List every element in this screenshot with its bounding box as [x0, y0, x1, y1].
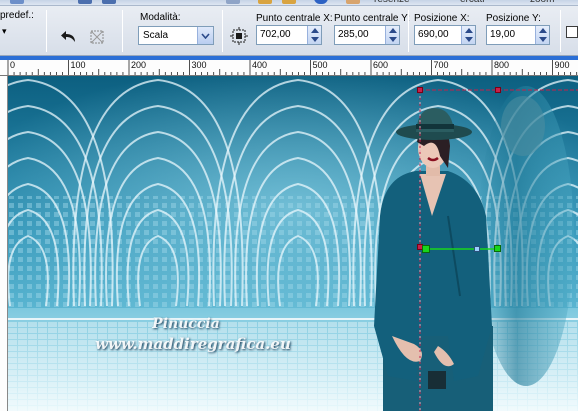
mode-select[interactable]: Scala [138, 26, 214, 45]
rotation-handle[interactable] [494, 245, 501, 252]
ruler-label: 700 [434, 60, 449, 70]
separator [122, 10, 123, 52]
ruler-label: 300 [192, 60, 207, 70]
watermark-author: Pinuccia [152, 316, 220, 332]
center-x-field[interactable]: 702,00 [256, 25, 322, 45]
ruler-label: 0 [10, 60, 15, 70]
ruler-label: 100 [71, 60, 86, 70]
preset-dropdown-arrow[interactable]: ▾ [2, 26, 7, 37]
toolbar-button-fragment[interactable] [102, 0, 116, 4]
position-x-value: 690,00 [418, 29, 449, 40]
tool-options-bar: predef.: ▾ Modalità: Scala Punto central… [0, 6, 578, 56]
help-icon[interactable] [314, 0, 328, 4]
selection-handle-top-left[interactable] [417, 87, 423, 93]
toolbar-text[interactable]: zoom [530, 0, 554, 5]
ruler-label: 500 [313, 60, 328, 70]
preset-label: predef.: [0, 10, 34, 21]
selection-handle-top-center[interactable] [495, 87, 501, 93]
horizontal-ruler[interactable]: 0 100 200 300 400 500 600 700 800 900 [0, 60, 578, 76]
separator [560, 10, 561, 52]
center-x-value: 702,00 [260, 29, 291, 40]
center-target-icon[interactable] [228, 25, 250, 47]
center-y-spinner[interactable] [385, 26, 399, 44]
toolbar-button-fragment[interactable] [346, 0, 360, 4]
separator [408, 10, 409, 52]
paint-shop-pro-window: resenze ercati zoom predef.: ▾ Modalità:… [0, 0, 578, 411]
ruler-label: 600 [373, 60, 388, 70]
position-y-field[interactable]: 19,00 [486, 25, 550, 45]
toolbar-text[interactable]: resenze [374, 0, 410, 5]
toolbar-text[interactable]: ercati [460, 0, 484, 5]
mode-label: Modalità: [140, 12, 181, 23]
ruler-label: 900 [555, 60, 570, 70]
center-y-value: 285,00 [338, 29, 369, 40]
ruler-label: 200 [131, 60, 146, 70]
undo-arrow-icon[interactable] [58, 26, 80, 48]
position-x-field[interactable]: 690,00 [414, 25, 476, 45]
toolbar-button-fragment[interactable] [258, 0, 272, 4]
position-x-spinner[interactable] [461, 26, 475, 44]
position-y-value: 19,00 [490, 29, 516, 40]
reset-transform-icon[interactable] [86, 26, 108, 48]
separator [222, 10, 223, 52]
pivot-center-handle[interactable] [422, 245, 430, 253]
toolbar-button-fragment[interactable] [78, 0, 92, 4]
watermark-url: www.maddiregrafica.eu [95, 335, 291, 353]
center-x-label: Punto centrale X: [256, 13, 333, 24]
center-y-label: Punto centrale Y: [334, 13, 410, 24]
toolbar-button-fragment[interactable] [282, 0, 296, 4]
center-y-field[interactable]: 285,00 [334, 25, 400, 45]
chevron-down-icon[interactable] [197, 27, 213, 44]
ruler-label: 400 [252, 60, 267, 70]
position-y-label: Posizione Y: [486, 13, 541, 24]
rotation-arm-handle[interactable] [474, 246, 480, 252]
position-x-label: Posizione X: [414, 13, 470, 24]
center-x-spinner[interactable] [307, 26, 321, 44]
mode-select-value: Scala [143, 30, 169, 41]
artwork [8, 76, 578, 411]
ruler-label: 800 [494, 60, 509, 70]
toolbar-button-fragment[interactable] [10, 0, 24, 4]
image-canvas[interactable]: Pinuccia www.maddiregrafica.eu [8, 76, 578, 411]
vertical-ruler[interactable] [0, 76, 8, 411]
position-y-spinner[interactable] [535, 26, 549, 44]
option-checkbox[interactable] [566, 26, 578, 38]
toolbar-button-fragment[interactable] [226, 0, 240, 4]
separator [46, 10, 47, 52]
